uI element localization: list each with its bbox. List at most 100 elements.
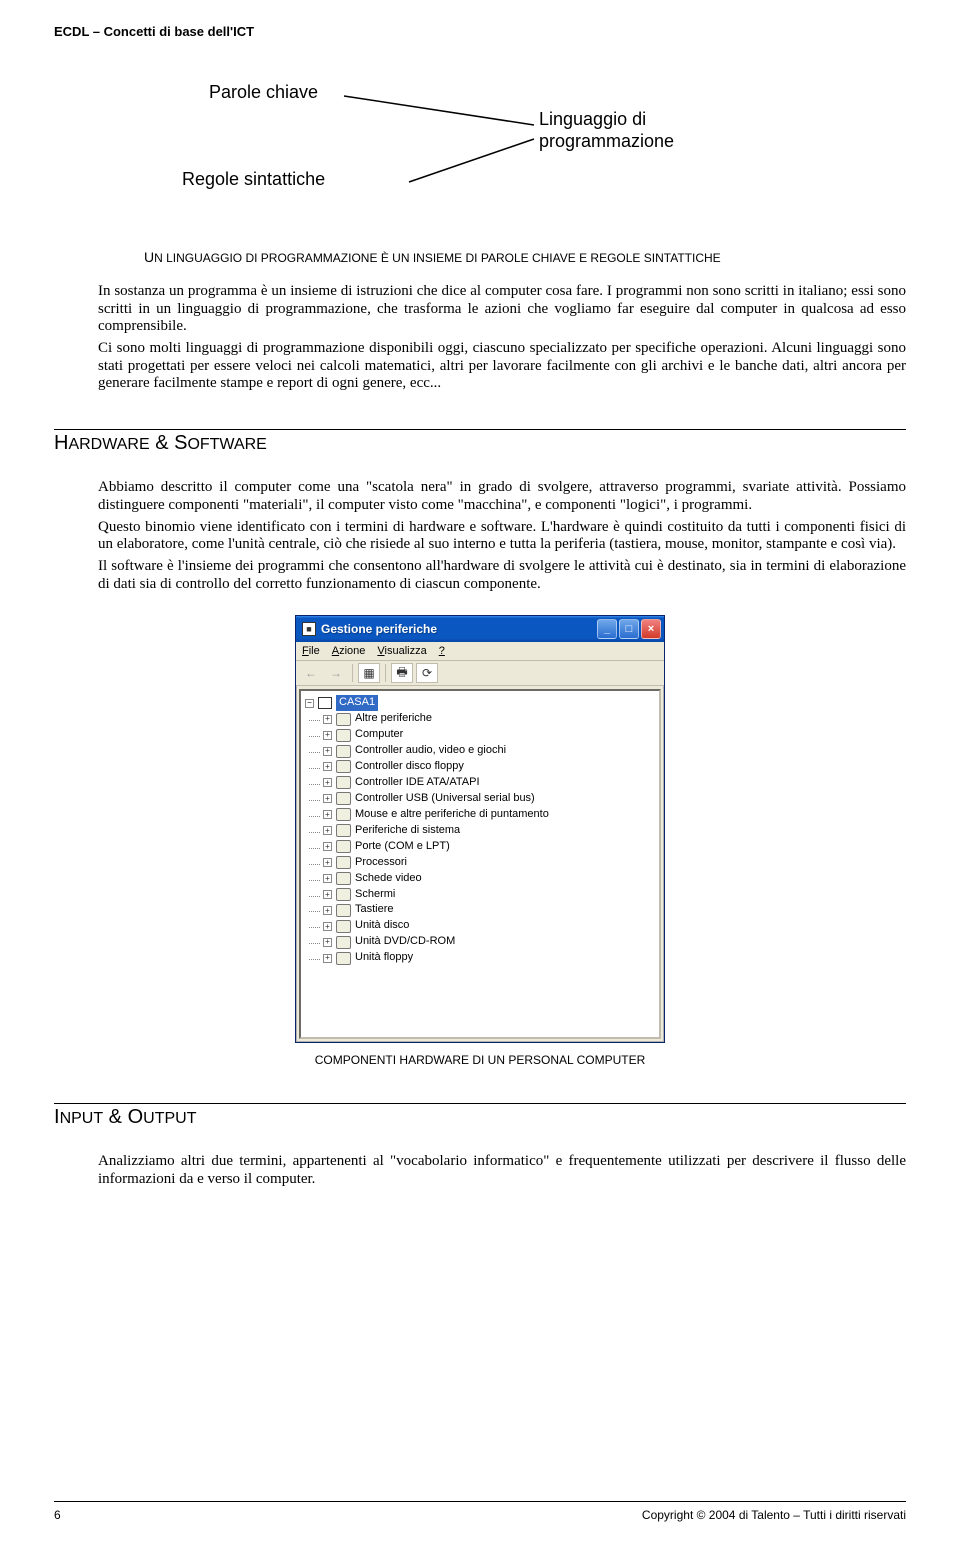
toolbar-forward-button: →: [325, 663, 347, 683]
tree-node-label: Periferiche di sistema: [355, 823, 460, 839]
expand-collapse-icon[interactable]: +: [323, 778, 332, 787]
expand-collapse-icon[interactable]: +: [323, 890, 332, 899]
device-icon: [336, 856, 351, 869]
tree-node-label: Altre periferiche: [355, 711, 432, 727]
tree-node-label: Controller USB (Universal serial bus): [355, 791, 535, 807]
tree-device-node[interactable]: +Unità floppy: [303, 950, 657, 966]
expand-collapse-icon[interactable]: +: [323, 762, 332, 771]
window-titlebar[interactable]: ■ Gestione periferiche _ □ ×: [296, 616, 664, 642]
tree-device-node[interactable]: + Schede video: [303, 871, 657, 887]
window-close-button[interactable]: ×: [641, 619, 661, 639]
hw-paragraph-1: Abbiamo descritto il computer come una "…: [98, 479, 906, 514]
toolbar-properties-button[interactable]: 🖶: [391, 663, 413, 683]
expand-collapse-icon[interactable]: −: [305, 699, 314, 708]
tree-device-node[interactable]: + Altre periferiche: [303, 711, 657, 727]
computer-icon: [318, 697, 332, 709]
window-app-icon: ■: [302, 622, 316, 636]
tree-node-label: Schede video: [355, 871, 422, 887]
device-icon: [336, 713, 351, 726]
tree-device-node[interactable]: + Controller disco floppy: [303, 759, 657, 775]
tree-node-label: Computer: [355, 727, 403, 743]
expand-collapse-icon[interactable]: +: [323, 922, 332, 931]
tree-device-node[interactable]: + Schermi: [303, 887, 657, 903]
hw-paragraph-3: Il software è l'insieme dei programmi ch…: [98, 558, 906, 593]
tree-device-node[interactable]: + Tastiere: [303, 902, 657, 918]
diagram-caption: UN LINGUAGGIO DI PROGRAMMAZIONE È UN INS…: [144, 249, 906, 265]
hw-paragraph-2: Questo binomio viene identificato con i …: [98, 519, 906, 554]
window-maximize-button[interactable]: □: [619, 619, 639, 639]
tree-node-label: Porte (COM e LPT): [355, 839, 450, 855]
device-icon: [336, 952, 351, 965]
tree-node-label: Tastiere: [355, 902, 394, 918]
intro-paragraph-2: Ci sono molti linguaggi di programmazion…: [98, 340, 906, 393]
device-icon: [336, 840, 351, 853]
expand-collapse-icon[interactable]: +: [323, 810, 332, 819]
device-icon: [336, 824, 351, 837]
copyright-text: Copyright © 2004 di Talento – Tutti i di…: [642, 1508, 906, 1522]
expand-collapse-icon[interactable]: +: [323, 747, 332, 756]
intro-paragraph-1: In sostanza un programma è un insieme di…: [98, 283, 906, 336]
device-tree[interactable]: − CASA1 +Altre periferiche+Computer+Cont…: [299, 689, 661, 1039]
tree-device-node[interactable]: + Controller audio, video e giochi: [303, 743, 657, 759]
window-menubar: File Azione Visualizza ?: [296, 642, 664, 661]
menu-view[interactable]: Visualizza: [377, 645, 426, 657]
tree-device-node[interactable]: + Periferiche di sistema: [303, 823, 657, 839]
tree-node-label: Mouse e altre periferiche di puntamento: [355, 807, 549, 823]
window-minimize-button[interactable]: _: [597, 619, 617, 639]
expand-collapse-icon[interactable]: +: [323, 731, 332, 740]
tree-node-label: Processori: [355, 855, 407, 871]
section-title-input-output: INPUT & OUTPUT: [54, 1106, 906, 1129]
expand-collapse-icon[interactable]: +: [323, 826, 332, 835]
diagram-label-keywords: Parole chiave: [209, 82, 318, 104]
tree-node-label: Controller audio, video e giochi: [355, 743, 506, 759]
device-icon: [336, 904, 351, 917]
device-icon: [336, 888, 351, 901]
tree-node-label: Controller disco floppy: [355, 759, 464, 775]
device-icon: [336, 776, 351, 789]
expand-collapse-icon[interactable]: +: [323, 938, 332, 947]
menu-action[interactable]: Azione: [332, 645, 366, 657]
tree-device-node[interactable]: +Controller IDE ATA/ATAPI: [303, 775, 657, 791]
tree-node-label: Schermi: [355, 887, 395, 903]
tree-node-label: Unità DVD/CD-ROM: [355, 934, 455, 950]
diagram-connector-lines: [144, 79, 844, 249]
tree-root-node[interactable]: − CASA1: [303, 695, 657, 711]
section-title-hardware-software: HARDWARE & SOFTWARE: [54, 432, 906, 455]
expand-collapse-icon[interactable]: +: [323, 842, 332, 851]
tree-node-label: Unità disco: [355, 918, 409, 934]
expand-collapse-icon[interactable]: +: [323, 858, 332, 867]
device-icon: [336, 936, 351, 949]
tree-device-node[interactable]: + Mouse e altre periferiche di puntamento: [303, 807, 657, 823]
document-header: ECDL – Concetti di base dell'ICT: [54, 24, 906, 39]
device-icon: [336, 760, 351, 773]
tree-device-node[interactable]: + Controller USB (Universal serial bus): [303, 791, 657, 807]
toolbar-separator: [352, 664, 353, 682]
expand-collapse-icon[interactable]: +: [323, 906, 332, 915]
expand-collapse-icon[interactable]: +: [323, 874, 332, 883]
section-divider: [54, 429, 906, 430]
page-number: 6: [54, 1508, 61, 1522]
tree-device-node[interactable]: + Processori: [303, 855, 657, 871]
tree-root-label: CASA1: [336, 695, 378, 711]
tree-device-node[interactable]: + Unità DVD/CD-ROM: [303, 934, 657, 950]
device-icon: [336, 920, 351, 933]
toolbar-view-button[interactable]: ▦: [358, 663, 380, 683]
expand-collapse-icon[interactable]: +: [323, 954, 332, 963]
page-footer: 6 Copyright © 2004 di Talento – Tutti i …: [54, 1508, 906, 1522]
menu-help[interactable]: ?: [439, 645, 445, 657]
device-icon: [336, 729, 351, 742]
tree-device-node[interactable]: + Unità disco: [303, 918, 657, 934]
footer-divider: [54, 1501, 906, 1502]
expand-collapse-icon[interactable]: +: [323, 715, 332, 724]
tree-device-node[interactable]: + Computer: [303, 727, 657, 743]
concept-diagram: Parole chiave Regole sintattiche Linguag…: [144, 79, 906, 249]
io-paragraph-1: Analizziamo altri due termini, appartene…: [98, 1153, 906, 1188]
tree-device-node[interactable]: + Porte (COM e LPT): [303, 839, 657, 855]
device-icon: [336, 792, 351, 805]
diagram-label-language: Linguaggio di programmazione: [539, 109, 674, 152]
menu-file[interactable]: File: [302, 645, 320, 657]
section-divider: [54, 1103, 906, 1104]
toolbar-refresh-button[interactable]: ⟳: [416, 663, 438, 683]
expand-collapse-icon[interactable]: +: [323, 794, 332, 803]
window-toolbar: ← → ▦ 🖶 ⟳: [296, 661, 664, 686]
